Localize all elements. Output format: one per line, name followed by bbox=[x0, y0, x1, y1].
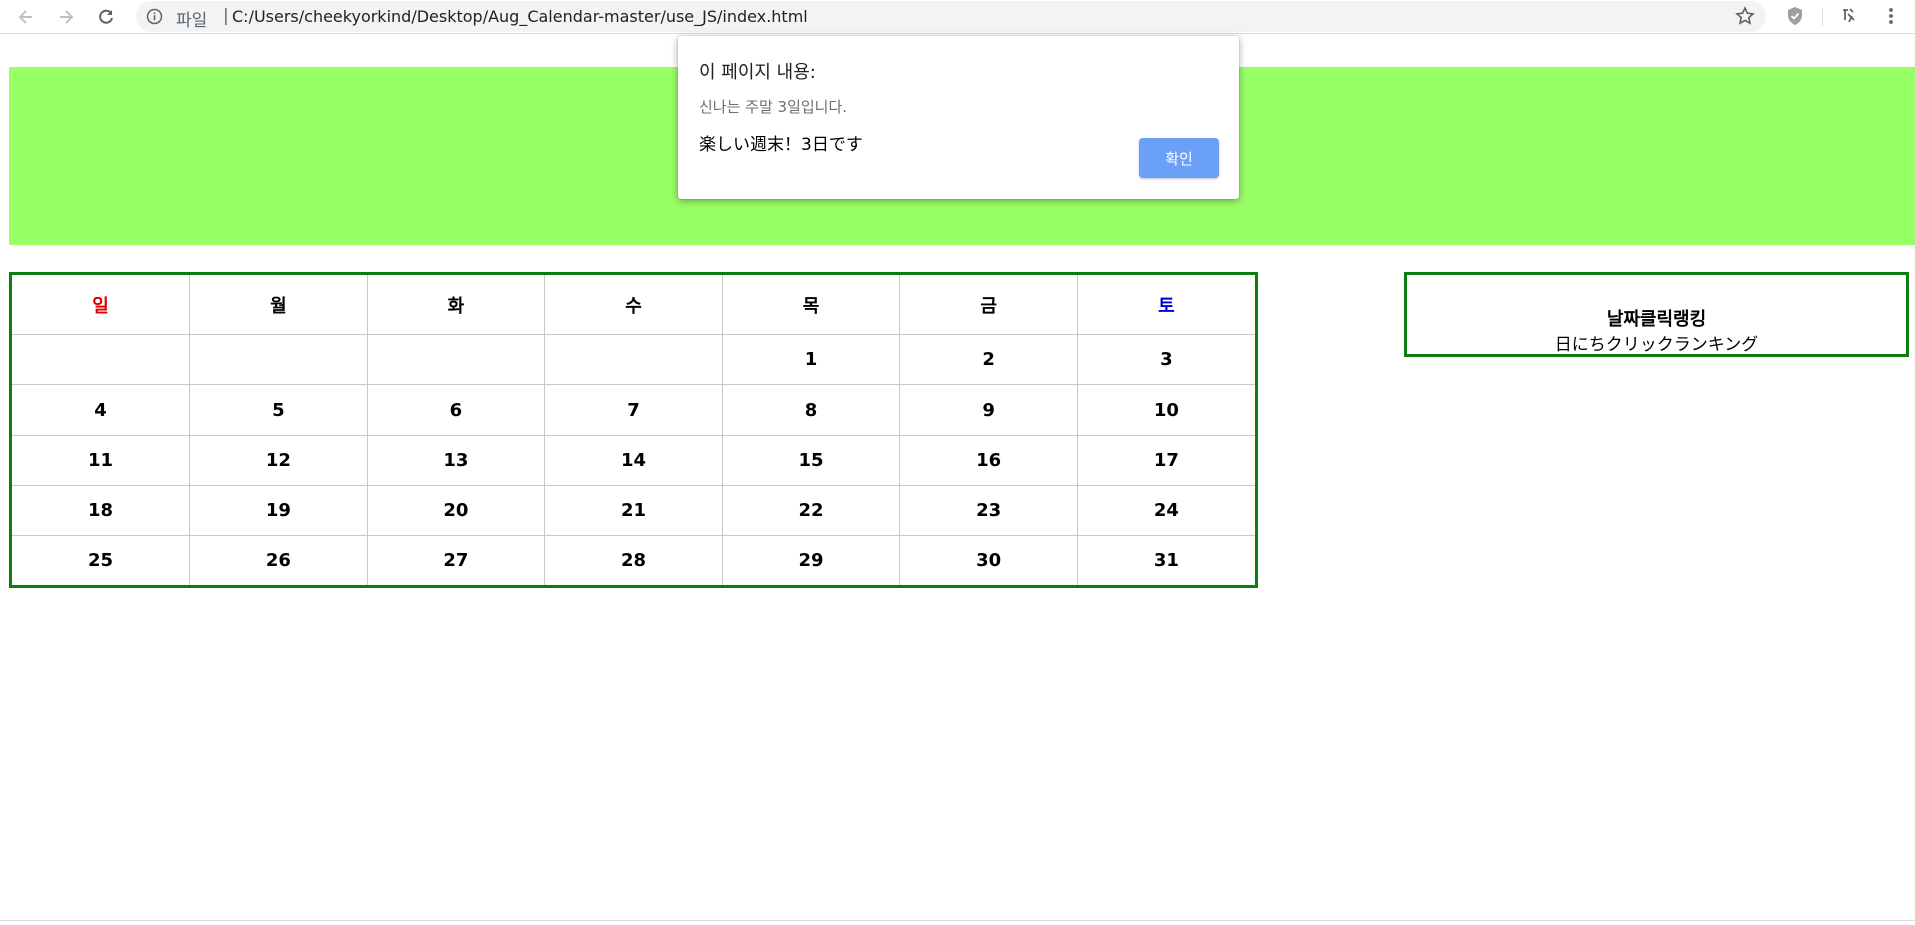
calendar-week-row: 1 2 3 bbox=[12, 334, 1255, 386]
date-cell[interactable] bbox=[366, 334, 546, 386]
date-cell[interactable]: 8 bbox=[721, 384, 901, 436]
url-text[interactable]: C:/Users/cheekyorkind/Desktop/Aug_Calend… bbox=[232, 7, 808, 26]
date-cell[interactable] bbox=[544, 334, 723, 386]
extension-icon[interactable] bbox=[1838, 5, 1860, 27]
calendar-table: 일 월 화 수 목 금 토 1 2 3 4 5 6 7 8 9 10 11 12… bbox=[12, 275, 1255, 585]
ranking-subtitle: 日にちクリックランキング bbox=[1554, 335, 1759, 355]
date-cell[interactable]: 23 bbox=[899, 484, 1078, 537]
calendar: 일 월 화 수 목 금 토 1 2 3 4 5 6 7 8 9 10 11 12… bbox=[9, 272, 1258, 588]
date-cell[interactable]: 4 bbox=[12, 384, 191, 436]
dialog-message: 신나는 주말 3일입니다. bbox=[699, 98, 848, 116]
date-cell[interactable]: 22 bbox=[721, 484, 901, 537]
date-cell[interactable]: 17 bbox=[1076, 434, 1255, 486]
browser-toolbar: 파일 | C:/Users/cheekyorkind/Desktop/Aug_C… bbox=[0, 0, 1915, 34]
ranking-title: 날짜클릭랭킹 bbox=[1606, 309, 1707, 330]
weekday-tuesday: 화 bbox=[366, 275, 546, 336]
date-cell[interactable]: 30 bbox=[899, 535, 1078, 585]
weekday-wednesday: 수 bbox=[544, 275, 723, 336]
menu-icon[interactable] bbox=[1880, 5, 1902, 27]
alert-dialog: 이 페이지 내용: 신나는 주말 3일입니다. 楽しい週末！3日です 확인 bbox=[678, 36, 1239, 199]
weekday-saturday: 토 bbox=[1076, 275, 1255, 336]
file-scheme-label: 파일 bbox=[176, 11, 208, 31]
date-cell[interactable]: 28 bbox=[544, 535, 723, 585]
date-cell[interactable]: 10 bbox=[1076, 384, 1255, 436]
star-icon[interactable] bbox=[1734, 5, 1756, 27]
date-cell[interactable]: 31 bbox=[1076, 535, 1255, 585]
dialog-message-japanese: 楽しい週末！3日です bbox=[699, 135, 863, 155]
weekday-sunday: 일 bbox=[12, 275, 191, 336]
date-cell[interactable]: 26 bbox=[189, 535, 368, 585]
scheme-separator: | bbox=[223, 6, 229, 26]
weekday-friday: 금 bbox=[899, 275, 1078, 336]
ranking-panel: 날짜클릭랭킹 日にちクリックランキング bbox=[1404, 272, 1909, 357]
shield-extension-icon[interactable] bbox=[1784, 5, 1806, 27]
date-cell[interactable]: 29 bbox=[721, 535, 901, 585]
date-cell[interactable]: 19 bbox=[189, 484, 368, 537]
dialog-title: 이 페이지 내용: bbox=[699, 62, 816, 83]
info-icon[interactable] bbox=[146, 8, 163, 25]
weekday-monday: 월 bbox=[189, 275, 368, 336]
date-cell[interactable]: 24 bbox=[1076, 484, 1255, 537]
date-cell[interactable]: 27 bbox=[366, 535, 546, 585]
date-cell[interactable]: 14 bbox=[544, 434, 723, 486]
forward-icon[interactable] bbox=[52, 3, 80, 31]
toolbar-divider bbox=[1822, 8, 1823, 26]
date-cell[interactable]: 2 bbox=[899, 334, 1078, 386]
reload-icon[interactable] bbox=[92, 3, 120, 31]
ok-button[interactable]: 확인 bbox=[1139, 138, 1219, 178]
page-bottom-divider bbox=[0, 920, 1915, 921]
date-cell[interactable]: 11 bbox=[12, 434, 191, 486]
date-cell[interactable] bbox=[189, 334, 368, 386]
date-cell[interactable]: 3 bbox=[1076, 334, 1255, 386]
back-icon[interactable] bbox=[12, 3, 40, 31]
date-cell[interactable]: 1 bbox=[721, 334, 901, 386]
calendar-week-row: 4 5 6 7 8 9 10 bbox=[12, 384, 1255, 436]
calendar-week-row: 11 12 13 14 15 16 17 bbox=[12, 434, 1255, 486]
date-cell[interactable]: 25 bbox=[12, 535, 191, 585]
date-cell[interactable]: 21 bbox=[544, 484, 723, 537]
date-cell[interactable]: 13 bbox=[366, 434, 546, 486]
date-cell[interactable]: 12 bbox=[189, 434, 368, 486]
date-cell[interactable] bbox=[12, 334, 191, 386]
date-cell[interactable]: 18 bbox=[12, 484, 191, 537]
weekday-thursday: 목 bbox=[721, 275, 901, 336]
date-cell[interactable]: 20 bbox=[366, 484, 546, 537]
date-cell[interactable]: 9 bbox=[899, 384, 1078, 436]
weekday-header-row: 일 월 화 수 목 금 토 bbox=[12, 275, 1255, 336]
date-cell[interactable]: 6 bbox=[366, 384, 546, 436]
date-cell[interactable]: 15 bbox=[721, 434, 901, 486]
calendar-week-row: 18 19 20 21 22 23 24 bbox=[12, 484, 1255, 537]
date-cell[interactable]: 5 bbox=[189, 384, 368, 436]
calendar-week-row: 25 26 27 28 29 30 31 bbox=[12, 535, 1255, 585]
address-bar[interactable]: 파일 | C:/Users/cheekyorkind/Desktop/Aug_C… bbox=[136, 1, 1766, 32]
date-cell[interactable]: 7 bbox=[544, 384, 723, 436]
date-cell[interactable]: 16 bbox=[899, 434, 1078, 486]
